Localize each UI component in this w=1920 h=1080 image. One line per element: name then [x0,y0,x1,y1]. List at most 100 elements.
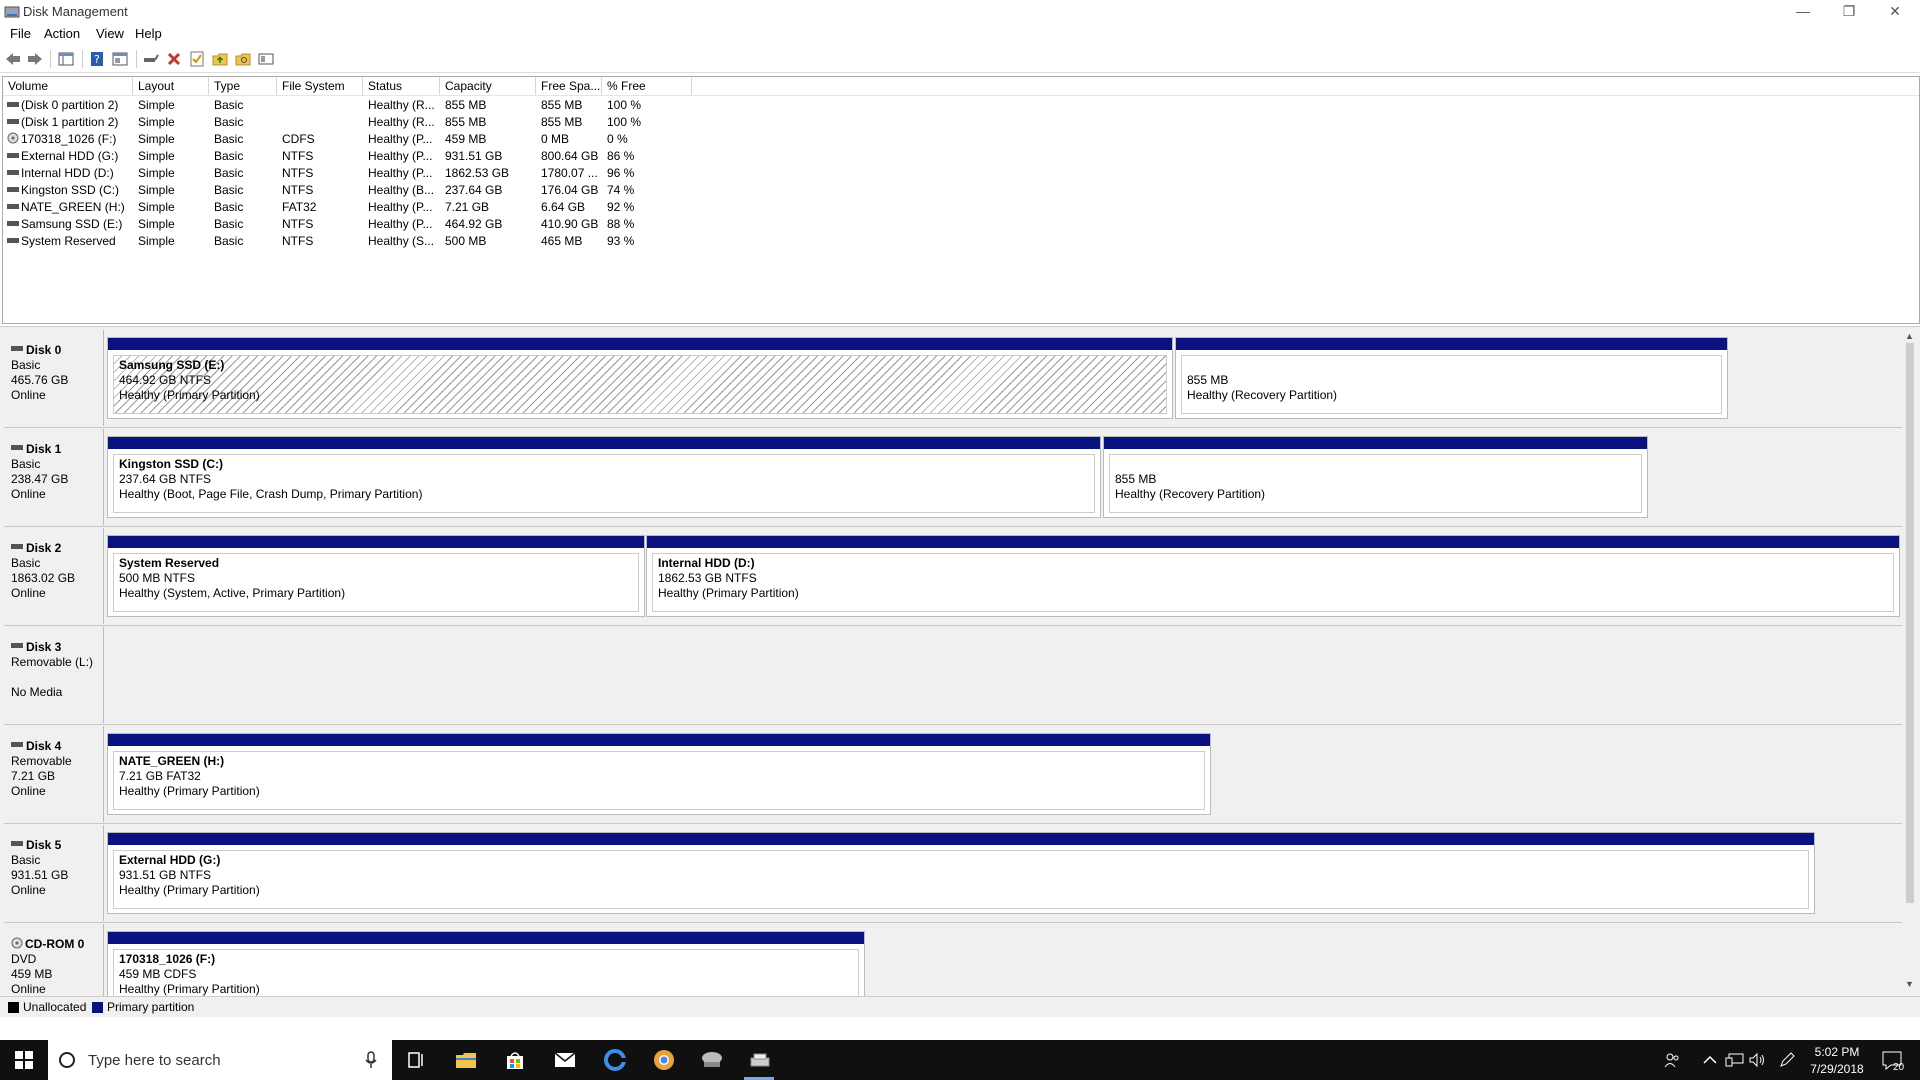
properties-panel-icon[interactable] [111,50,129,68]
disk-label-0[interactable]: Disk 0 Basic 465.76 GB Online [4,330,104,426]
scroll-up-arrow-icon[interactable]: ▲ [1905,331,1914,341]
partition-block[interactable]: Samsung SSD (E:) 464.92 GB NTFS Healthy (P… [107,337,1173,419]
partition-block[interactable]: Kingston SSD (C:) 237.64 GB NTFS Healthy (… [107,436,1101,518]
cell-percent-free: 92 % [607,200,635,214]
restore-button[interactable]: ❐ [1826,0,1872,24]
table-row[interactable]: (Disk 1 partition 2) Simple Basic Healthy (… [3,114,703,131]
help-icon[interactable]: ? [88,50,106,68]
windows-start-icon[interactable] [12,1048,36,1072]
column-free-space[interactable]: Free Spa... [536,77,602,95]
delete-icon[interactable] [165,50,183,68]
network-drive-icon[interactable] [700,1048,724,1072]
search-placeholder: Type here to search [88,1052,221,1069]
clock-time[interactable]: 5:02 PM [1812,1045,1862,1059]
volume-list[interactable]: Volume Layout Type File System Status Ca… [2,76,1920,324]
cell-file-system: NTFS [282,166,314,180]
cell-percent-free: 0 % [607,132,628,146]
column-file-system[interactable]: File System [277,77,363,95]
cell-capacity: 1862.53 GB [445,166,510,180]
column-capacity[interactable]: Capacity [440,77,536,95]
disk-label-5[interactable]: Disk 5 Basic 931.51 GB Online [4,825,104,921]
taskbar-search-box[interactable]: Type here to search [48,1040,392,1080]
scrollbar-thumb[interactable] [1906,343,1914,903]
disk-label-6[interactable]: CD-ROM 0 DVD 459 MB Online [4,924,104,997]
chrome-browser-icon[interactable] [652,1048,676,1072]
disk-label-2[interactable]: Disk 2 Basic 1863.02 GB Online [4,528,104,624]
column-type[interactable]: Type [209,77,277,95]
cell-layout: Simple [138,166,175,180]
volume-speaker-icon[interactable] [1746,1048,1770,1072]
network-icon[interactable] [1723,1048,1747,1072]
partition-block[interactable]: 855 MB Healthy (Recovery Partition) [1103,436,1648,518]
table-row[interactable]: System Reserved Simple Basic NTFS Healthy (S… [3,233,703,250]
partition-block[interactable]: System Reserved 500 MB NTFS Healthy (Syste… [107,535,645,617]
show-hidden-icons-chevron-icon[interactable] [1698,1048,1722,1072]
task-view-icon[interactable] [404,1048,428,1072]
partition-block[interactable]: 170318_1026 (F:) 459 MB CDFS Healthy (Prim… [107,931,865,997]
menu-help[interactable]: Help [135,26,162,41]
clock-date[interactable]: 7/29/2018 [1806,1062,1868,1076]
microphone-icon[interactable] [364,1051,378,1072]
folder-up-icon[interactable] [211,50,229,68]
table-row[interactable]: Samsung SSD (E:) Simple Basic NTFS Healthy (… [3,216,703,233]
disk-label-4[interactable]: Disk 4 Removable 7.21 GB Online [4,726,104,822]
forward-arrow-icon[interactable] [26,50,44,68]
menu-file[interactable]: File [10,26,31,41]
folder-search-icon[interactable] [234,50,252,68]
disk-label-1[interactable]: Disk 1 Basic 238.47 GB Online [4,429,104,525]
table-row[interactable]: Kingston SSD (C:) Simple Basic NTFS Healthy … [3,182,703,199]
cell-file-system: NTFS [282,234,314,248]
cell-free-space: 410.90 GB [541,217,599,231]
cell-percent-free: 88 % [607,217,635,231]
toolbar: ? [0,46,1920,73]
view-options-icon[interactable] [257,50,275,68]
cell-volume: (Disk 0 partition 2) [21,98,119,112]
people-icon[interactable] [1660,1048,1684,1072]
unallocated-swatch [8,1002,19,1013]
menu-action[interactable]: Action [44,26,80,41]
column-volume[interactable]: Volume [3,77,133,95]
menu-view[interactable]: View [96,26,124,41]
legend-unallocated-label: Unallocated [23,1000,87,1014]
minimize-button[interactable]: — [1780,0,1826,24]
table-row[interactable]: Internal HDD (D:) Simple Basic NTFS Healthy … [3,165,703,182]
table-row[interactable]: External HDD (G:) Simple Basic NTFS Healthy … [3,148,703,165]
edge-browser-icon[interactable] [603,1048,627,1072]
connect-drive-icon[interactable] [142,50,160,68]
partition-size: 7.21 GB FAT32 [119,769,201,783]
column-percent-free[interactable]: % Free [602,77,692,95]
partition-name [1115,457,1636,472]
scroll-down-arrow-icon[interactable]: ▼ [1905,979,1914,989]
disk-management-taskbar-icon[interactable] [748,1048,772,1072]
column-status[interactable]: Status [363,77,440,95]
cell-volume: 170318_1026 (F:) [21,132,117,146]
partition-name: System Reserved [119,556,220,570]
table-row[interactable]: NATE_GREEN (H:) Simple Basic FAT32 Healthy (… [3,199,703,216]
file-explorer-icon[interactable] [454,1048,478,1072]
primary-partition-bar [108,338,1172,350]
cell-layout: Simple [138,115,175,129]
partition-block[interactable]: NATE_GREEN (H:) 7.21 GB FAT32 Healthy (Pri… [107,733,1211,815]
disk-label-3[interactable]: Disk 3 Removable (L:) No Media [4,627,104,723]
cell-status: Healthy (P... [368,149,433,163]
column-layout[interactable]: Layout [133,77,209,95]
check-properties-icon[interactable] [188,50,206,68]
close-button[interactable]: ✕ [1872,0,1918,24]
partition-status: Healthy (Primary Partition) [119,982,260,996]
cell-file-system: NTFS [282,217,314,231]
pen-ink-icon[interactable] [1775,1048,1799,1072]
back-arrow-icon[interactable] [4,50,22,68]
volume-drive-icon [7,102,19,107]
cell-capacity: 855 MB [445,98,487,112]
partition-block[interactable]: 855 MB Healthy (Recovery Partition) [1175,337,1728,419]
store-icon[interactable] [503,1048,527,1072]
disk-name: Disk 2 [26,541,62,555]
vertical-scrollbar[interactable]: ▲ ▼ [1902,329,1918,994]
table-row[interactable]: 170318_1026 (F:) Simple Basic CDFS Healthy (… [3,131,703,148]
partition-block[interactable]: External HDD (G:) 931.51 GB NTFS Healthy (… [107,832,1815,914]
table-row[interactable]: (Disk 0 partition 2) Simple Basic Healthy (… [3,97,703,114]
mail-icon[interactable] [553,1048,577,1072]
partition-block[interactable]: Internal HDD (D:) 1862.53 GB NTFS Healthy … [646,535,1900,617]
cell-status: Healthy (B... [368,183,435,197]
console-tree-icon[interactable] [57,50,75,68]
